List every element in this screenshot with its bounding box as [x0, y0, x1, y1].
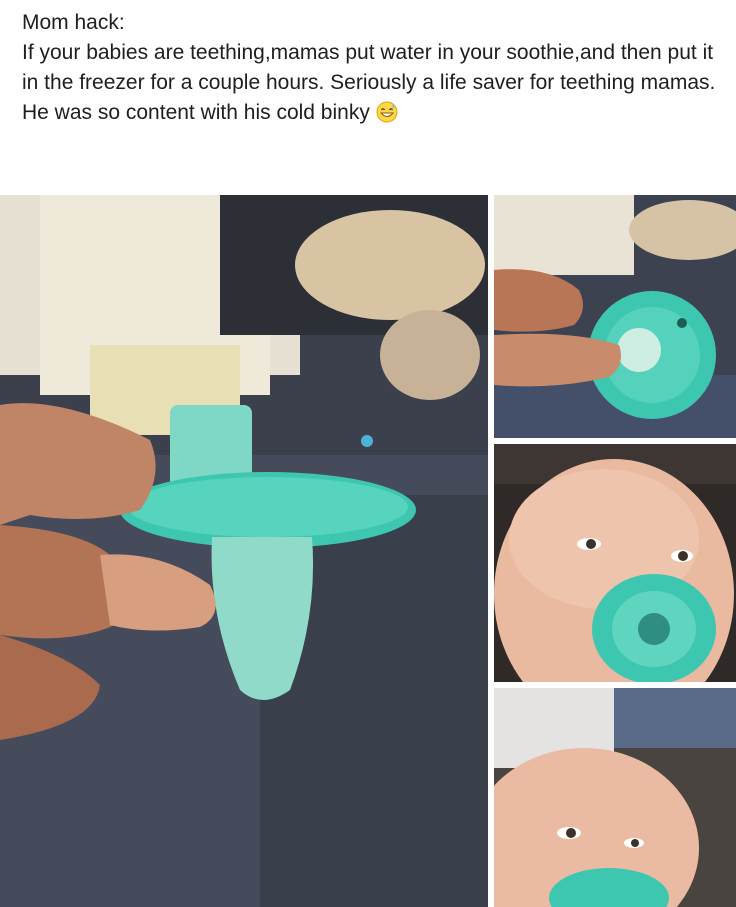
post-text: Mom hack: If your babies are teething,ma…	[22, 8, 722, 128]
post-body: If your babies are teething,mamas put wa…	[22, 38, 722, 128]
grinning-face-with-sweat-icon	[376, 101, 398, 123]
pacifier-front-view-photo[interactable]	[494, 195, 736, 438]
frozen-pacifier-closeup-photo[interactable]	[0, 195, 488, 907]
baby-with-pacifier-photo-2[interactable]	[494, 688, 736, 907]
baby-with-pacifier-photo-1[interactable]	[494, 444, 736, 682]
post-title: Mom hack:	[22, 11, 125, 34]
post-body-text: If your babies are teething,mamas put wa…	[22, 41, 716, 124]
